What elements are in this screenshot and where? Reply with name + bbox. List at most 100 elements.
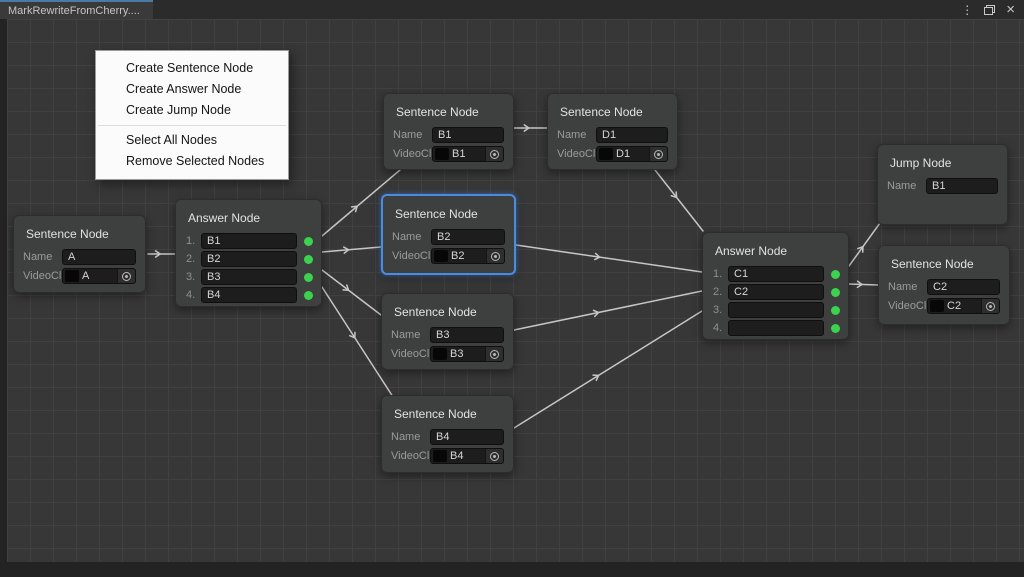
videoclip-label: VideoClip — [393, 148, 432, 160]
name-input[interactable]: A — [62, 249, 136, 265]
answer-input[interactable]: B3 — [201, 269, 297, 285]
node-answer-b[interactable]: Answer Node 1. B1 2. B2 3. B3 4. B4 — [175, 199, 322, 307]
object-picker-button[interactable] — [486, 249, 504, 263]
videoclip-label: VideoClip — [23, 270, 62, 282]
editor-window: MarkRewriteFromCherry.... ⋮ × Sentence N… — [0, 0, 1024, 577]
tab-graph[interactable]: MarkRewriteFromCherry.... — [0, 0, 153, 19]
output-port[interactable] — [831, 323, 840, 333]
videoclip-label: VideoClip — [391, 348, 430, 360]
node-title: Sentence Node — [26, 227, 109, 241]
object-picker-icon — [654, 149, 663, 159]
object-picker-button[interactable] — [649, 147, 667, 161]
window-controls: ⋮ × — [961, 0, 1024, 19]
answer-input[interactable]: B4 — [201, 287, 297, 303]
videoclip-object-field[interactable]: B3 — [430, 346, 504, 362]
videoclip-object-field[interactable]: C2 — [927, 298, 1000, 314]
object-picker-button[interactable] — [981, 299, 999, 313]
output-port[interactable] — [304, 290, 313, 300]
object-picker-button[interactable] — [485, 347, 503, 361]
clip-thumbnail-icon — [599, 148, 613, 160]
menu-item-create-sentence-node[interactable]: Create Sentence Node — [96, 58, 288, 79]
answer-input[interactable]: C2 — [728, 284, 824, 300]
name-label: Name — [392, 231, 422, 243]
menu-item-create-jump-node[interactable]: Create Jump Node — [96, 100, 288, 121]
answer-index: 1. — [186, 235, 196, 247]
node-answer-c[interactable]: Answer Node 1. C1 2. C2 3. 4. — [702, 232, 849, 340]
answer-input[interactable] — [728, 302, 824, 318]
node-title: Sentence Node — [395, 207, 478, 221]
maximize-icon[interactable] — [984, 4, 996, 15]
answer-input[interactable] — [728, 320, 824, 336]
node-sentence-d1[interactable]: Sentence Node Name D1 VideoClip D1 — [547, 93, 678, 170]
output-port[interactable] — [831, 305, 840, 315]
menu-item-select-all-nodes[interactable]: Select All Nodes — [96, 130, 288, 151]
node-sentence-b3[interactable]: Sentence Node Name B3 VideoClip B3 — [381, 293, 514, 370]
videoclip-object-field[interactable]: B4 — [430, 448, 504, 464]
output-port[interactable] — [304, 272, 313, 282]
object-picker-icon — [490, 349, 499, 359]
clip-thumbnail-icon — [435, 148, 449, 160]
edge-connection[interactable] — [321, 269, 382, 316]
answer-input[interactable]: C1 — [728, 266, 824, 282]
close-icon[interactable]: × — [1006, 2, 1015, 17]
name-label: Name — [393, 129, 423, 141]
name-label: Name — [23, 251, 53, 263]
videoclip-object-field[interactable]: B2 — [431, 248, 505, 264]
output-port[interactable] — [831, 269, 840, 279]
jump-name-input[interactable]: B1 — [926, 178, 998, 194]
name-input[interactable]: B4 — [430, 429, 504, 445]
videoclip-label: VideoClip — [391, 450, 430, 462]
videoclip-object-field[interactable]: A — [62, 268, 136, 284]
kebab-menu-icon[interactable]: ⋮ — [961, 4, 973, 16]
edge-connection[interactable] — [515, 244, 703, 273]
edge-connection[interactable] — [513, 310, 703, 429]
edge-connection[interactable] — [513, 290, 703, 331]
object-picker-button[interactable] — [485, 449, 503, 463]
node-title: Sentence Node — [396, 105, 479, 119]
tab-bar: MarkRewriteFromCherry.... ⋮ × — [0, 0, 1024, 19]
name-input[interactable]: B1 — [432, 127, 504, 143]
node-sentence-a[interactable]: Sentence Node Name A VideoClip A — [13, 215, 146, 293]
output-port[interactable] — [831, 287, 840, 297]
answer-index: 4. — [186, 289, 196, 301]
output-port[interactable] — [304, 236, 313, 246]
output-port[interactable] — [304, 254, 313, 264]
videoclip-label: VideoClip — [392, 250, 431, 262]
answer-index: 4. — [713, 322, 723, 334]
object-picker-icon — [122, 271, 131, 281]
name-label: Name — [887, 180, 917, 192]
edge-connection[interactable] — [321, 246, 382, 254]
object-picker-button[interactable] — [117, 269, 135, 283]
clip-thumbnail-icon — [434, 250, 448, 262]
answer-input[interactable]: B2 — [201, 251, 297, 267]
name-label: Name — [888, 281, 918, 293]
node-sentence-b4[interactable]: Sentence Node Name B4 VideoClip B4 — [381, 395, 514, 473]
object-picker-icon — [986, 301, 995, 311]
edge-connection[interactable] — [147, 250, 176, 258]
menu-item-create-answer-node[interactable]: Create Answer Node — [96, 79, 288, 100]
videoclip-object-field[interactable]: D1 — [596, 146, 668, 162]
object-picker-icon — [490, 451, 499, 461]
videoclip-object-field[interactable]: B1 — [432, 146, 504, 162]
node-sentence-b1[interactable]: Sentence Node Name B1 VideoClip B1 — [383, 93, 514, 170]
name-input[interactable]: D1 — [596, 127, 668, 143]
object-picker-button[interactable] — [485, 147, 503, 161]
tab-title: MarkRewriteFromCherry.... — [8, 4, 140, 17]
videoclip-label: VideoClip — [557, 148, 596, 160]
node-jump-b1[interactable]: Jump Node Name B1 — [877, 144, 1008, 225]
clip-thumbnail-icon — [65, 270, 79, 282]
answer-input[interactable]: B1 — [201, 233, 297, 249]
node-title: Answer Node — [188, 211, 261, 225]
menu-item-remove-selected-nodes[interactable]: Remove Selected Nodes — [96, 151, 288, 172]
edge-connection[interactable] — [848, 280, 879, 289]
edge-connection[interactable] — [654, 169, 704, 232]
clip-thumbnail-icon — [433, 450, 447, 462]
node-sentence-b2[interactable]: Sentence Node Name B2 VideoClip B2 — [381, 194, 516, 275]
name-input[interactable]: B2 — [431, 229, 505, 245]
node-sentence-c2[interactable]: Sentence Node Name C2 VideoClip C2 — [878, 245, 1010, 325]
name-input[interactable]: B3 — [430, 327, 504, 343]
name-label: Name — [391, 329, 421, 341]
name-input[interactable]: C2 — [927, 279, 1000, 295]
edge-connection[interactable] — [848, 222, 881, 267]
edge-connection[interactable] — [513, 124, 548, 132]
